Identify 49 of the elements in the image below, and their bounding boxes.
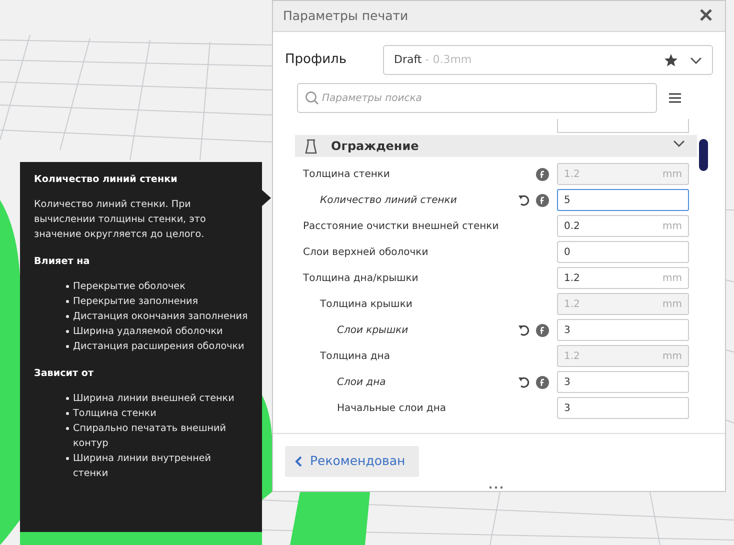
reset-icon[interactable] xyxy=(518,194,530,206)
search-field[interactable]: Параметры поиска xyxy=(297,83,657,113)
back-button[interactable]: Рекомендован xyxy=(285,446,420,477)
setting-field: 1.2 mm xyxy=(557,293,689,315)
tooltip-list-item: Ширина удаляемой оболочки xyxy=(66,324,248,339)
setting-field: 1.2 mm xyxy=(557,345,689,367)
unit-label: mm xyxy=(662,272,682,286)
unit-label: mm xyxy=(662,298,682,312)
reset-icon[interactable] xyxy=(518,376,530,388)
setting-field[interactable]: 1.2 mm xyxy=(557,267,689,289)
star-icon[interactable] xyxy=(664,54,678,66)
tooltip-list-item: Толщина стенки xyxy=(66,406,248,421)
chevron-left-icon xyxy=(295,456,302,467)
setting-field: 1.2 mm xyxy=(557,163,689,185)
tooltip-list-item: Ширина линии внешней стенки xyxy=(66,391,248,406)
setting-label: Толщина дна/крышки xyxy=(303,272,420,286)
tooltip-heading: Зависит от xyxy=(34,367,95,381)
resize-grip-icon[interactable] xyxy=(489,486,503,489)
tooltip-description: Количество линий стенки. При вычислении толщины стенки, это значение округляется до целого. xyxy=(34,198,207,242)
tooltip-list-item: Перекрытие заполнения xyxy=(66,294,248,309)
setting-label: Слои верхней оболочки xyxy=(303,246,430,260)
tooltip-list-item: Дистанция окончания заполнения xyxy=(66,309,248,324)
setting-field[interactable]: 0.2 mm xyxy=(557,215,689,237)
unit-label: mm xyxy=(662,220,682,234)
tooltip-list-item: Ширина линии внутренней стенки xyxy=(66,451,248,481)
tooltip-list-item: Перекрытие оболочек xyxy=(66,279,248,294)
setting-label: Толщина стенки xyxy=(303,168,391,182)
setting-label: Количество линий стенки xyxy=(319,194,458,208)
chevron-down-icon xyxy=(690,56,702,64)
profile-dropdown[interactable]: Draft - 0.3mm xyxy=(383,45,713,75)
unit-label: mm xyxy=(662,350,682,364)
scrollbar-thumb[interactable] xyxy=(699,139,708,171)
tooltip-title: Количество линий стенки xyxy=(34,173,178,187)
tooltip-heading: Влияет на xyxy=(34,255,91,269)
tooltip-list-item: Дистанция расширения оболочки xyxy=(66,339,248,354)
setting-label: Начальные слои дна xyxy=(336,402,447,416)
setting-label: Толщина крышки xyxy=(319,298,414,312)
setting-label: Слои крышки xyxy=(336,324,410,338)
section-header[interactable]: Ограждение xyxy=(295,135,697,157)
window-title: Параметры печати xyxy=(283,6,408,25)
tooltip-list-item: Спирально печатать внешний контур xyxy=(66,421,248,451)
setting-label: Расстояние очистки внешней стенки xyxy=(303,220,500,234)
wall-icon xyxy=(305,138,317,154)
profile-label: Профиль xyxy=(285,51,348,70)
unit-label: mm xyxy=(662,168,682,182)
setting-field[interactable]: 0 xyxy=(557,241,689,263)
reset-icon[interactable] xyxy=(518,324,530,336)
setting-label: Слои дна xyxy=(336,376,387,390)
setting-label: Толщина дна xyxy=(319,350,391,364)
